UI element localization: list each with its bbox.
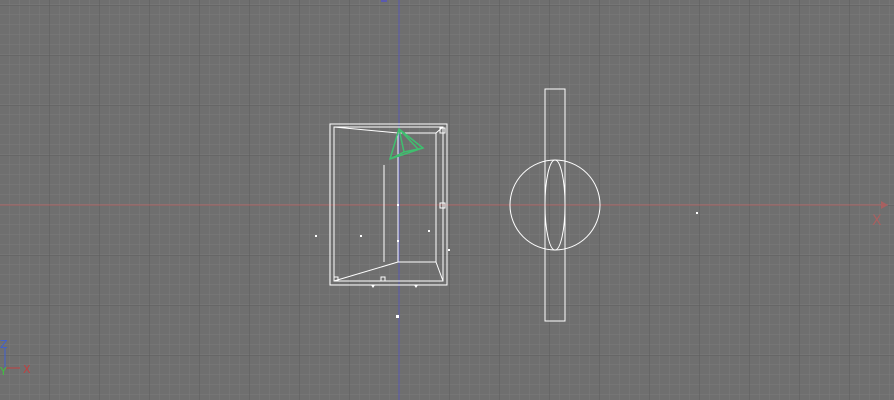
gizmo-z-label: Z [0, 338, 8, 351]
x-axis-label: X [872, 213, 882, 229]
gizmo-y-label: Y [0, 365, 7, 378]
gizmo-x-label: X [23, 363, 31, 376]
3d-viewport[interactable]: X Z X Y [0, 0, 894, 400]
y-axis-marker [381, 0, 387, 2]
viewport-canvas[interactable]: X Z X Y [0, 0, 894, 400]
